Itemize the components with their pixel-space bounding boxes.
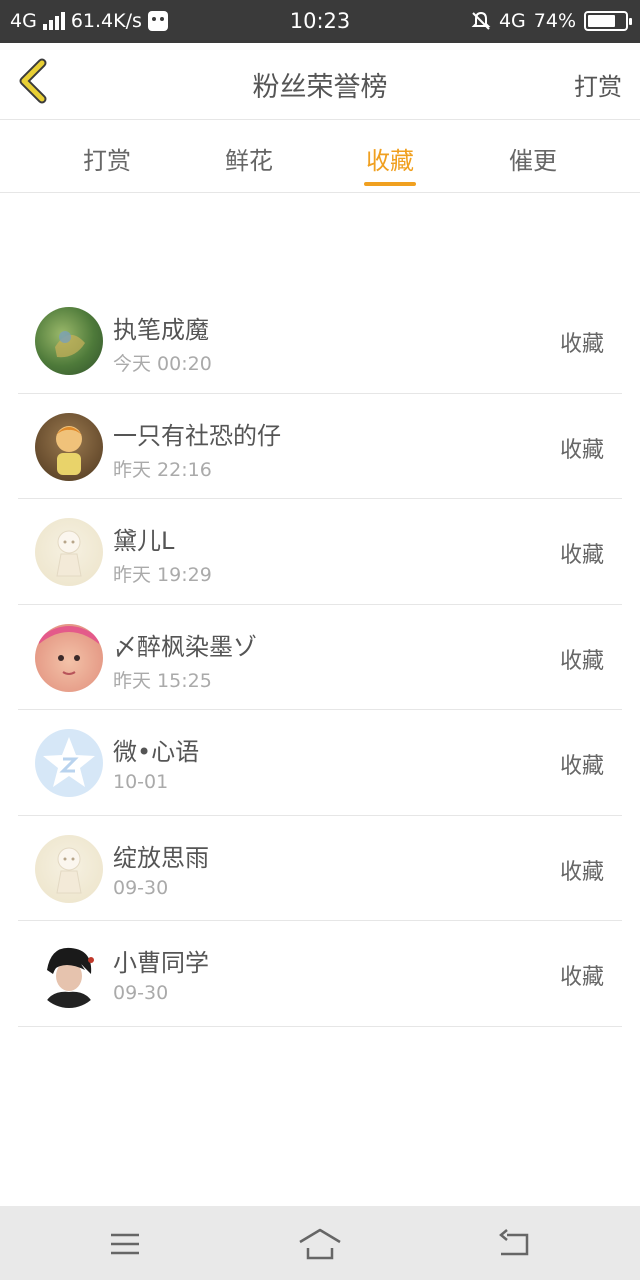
list-item[interactable]: 黛儿L 昨天 19:29 收藏 — [18, 499, 622, 605]
menu-icon — [111, 1233, 139, 1255]
home-button[interactable] — [298, 1224, 342, 1264]
fan-action: 收藏 — [559, 437, 604, 463]
list-item[interactable]: 微•心语 10-01 收藏 — [18, 710, 622, 816]
tab-urge[interactable]: 催更 — [473, 141, 593, 176]
tab-collect[interactable]: 收藏 — [330, 141, 450, 176]
avatar — [35, 834, 103, 903]
battery-icon — [584, 11, 632, 31]
fan-name: 绽放思雨 — [113, 843, 209, 872]
avatar — [35, 940, 103, 1008]
system-nav-bar — [0, 1206, 640, 1280]
list-item[interactable]: 一只有社恐的仔 昨天 22:16 收藏 — [18, 394, 622, 499]
menu-button[interactable] — [103, 1224, 147, 1264]
fan-time: 昨天 19:29 — [113, 564, 212, 586]
fan-list: 执笔成魔 今天 00:20 收藏 一只有社恐的仔 昨天 22:16 收藏 黛儿L… — [18, 288, 622, 1027]
avatar — [35, 307, 103, 375]
status-bar: 4G 61.4K/s 10:23 4G 74% — [0, 0, 640, 43]
fan-action: 收藏 — [559, 648, 604, 674]
list-item[interactable]: 〆醉枫染墨ゾ 昨天 15:25 收藏 — [18, 605, 622, 710]
status-right: 4G 74% — [471, 10, 632, 32]
bell-muted-icon — [471, 11, 491, 30]
tab-reward[interactable]: 打赏 — [47, 141, 167, 176]
battery-percent: 74% — [533, 10, 576, 32]
back-arrow-icon — [499, 1229, 529, 1256]
fan-action: 收藏 — [559, 965, 604, 990]
fan-time: 09-30 — [113, 982, 169, 1004]
fan-action: 收藏 — [559, 332, 604, 357]
avatar — [35, 412, 103, 481]
fan-name: 〆醉枫染墨ゾ — [113, 632, 257, 661]
active-tab-indicator — [364, 182, 416, 186]
avatar — [35, 518, 103, 586]
system-back-button[interactable] — [493, 1224, 537, 1264]
avatar — [35, 623, 103, 692]
fan-name: 小曹同学 — [113, 949, 209, 977]
fan-action: 收藏 — [559, 543, 604, 568]
fan-name: 一只有社恐的仔 — [113, 421, 281, 450]
fan-time: 昨天 15:25 — [113, 669, 212, 692]
list-item[interactable]: 绽放思雨 09-30 收藏 — [18, 816, 622, 921]
page-title: 粉丝荣誉榜 — [252, 72, 388, 103]
list-item[interactable]: 小曹同学 09-30 收藏 — [18, 921, 622, 1027]
fan-action: 收藏 — [559, 754, 604, 779]
fan-name: 执笔成魔 — [113, 316, 209, 344]
fan-name: 微•心语 — [113, 738, 200, 766]
fan-time: 昨天 22:16 — [113, 458, 212, 481]
fan-time: 09-30 — [113, 876, 169, 899]
fan-time: 今天 00:20 — [113, 353, 212, 375]
tab-flowers[interactable]: 鲜花 — [189, 141, 309, 176]
network-type-right: 4G — [498, 10, 526, 32]
avatar — [35, 729, 103, 797]
home-icon — [299, 1228, 341, 1260]
app-header: 粉丝荣誉榜 打赏 — [0, 43, 640, 120]
fan-name: 黛儿L — [113, 527, 175, 555]
fan-time: 10-01 — [113, 771, 169, 793]
reward-button[interactable]: 打赏 — [574, 67, 622, 102]
tab-bar: 打赏 鲜花 收藏 催更 — [0, 121, 640, 193]
battery-fill — [588, 15, 615, 27]
list-item[interactable]: 执笔成魔 今天 00:20 收藏 — [18, 288, 622, 394]
fan-action: 收藏 — [559, 859, 604, 885]
